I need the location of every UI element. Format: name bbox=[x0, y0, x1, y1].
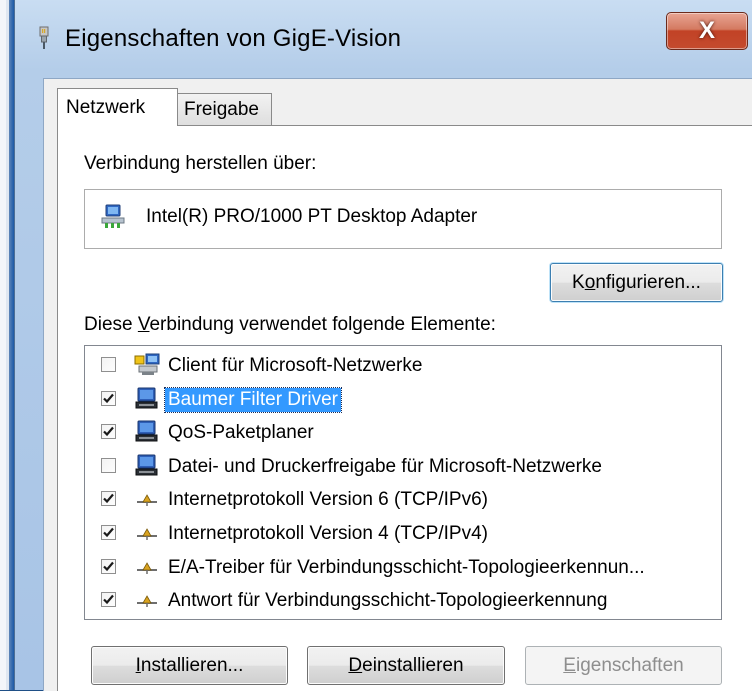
list-item-label: Baumer Filter Driver bbox=[164, 386, 342, 413]
list-item[interactable]: Antwort für Verbindungsschicht-Topologie… bbox=[85, 584, 721, 616]
properties-button[interactable]: Eigenschaften bbox=[525, 646, 722, 685]
tab-label: Freigabe bbox=[184, 99, 259, 120]
protocol-icon bbox=[133, 521, 161, 545]
list-item[interactable]: Datei- und Druckerfreigabe für Microsoft… bbox=[85, 450, 721, 482]
list-item-label: Internetprotokoll Version 4 (TCP/IPv4) bbox=[168, 523, 488, 544]
install-button-label: Installieren... bbox=[135, 654, 244, 676]
close-button[interactable]: X bbox=[666, 12, 748, 50]
components-list[interactable]: Client für Microsoft-Netzwerke Baumer Fil… bbox=[84, 345, 722, 620]
list-item[interactable]: Client für Microsoft-Netzwerke bbox=[85, 349, 721, 381]
checkbox[interactable] bbox=[101, 390, 116, 406]
uninstall-button[interactable]: Deinstallieren bbox=[307, 646, 505, 685]
tab-freigabe[interactable]: Freigabe bbox=[178, 93, 272, 126]
window-title: Eigenschaften von GigE-Vision bbox=[65, 25, 402, 52]
network-service-icon bbox=[133, 454, 161, 478]
connect-using-label: Verbindung herstellen über: bbox=[84, 153, 317, 174]
uninstall-button-label: Deinstallieren bbox=[348, 654, 464, 676]
list-item[interactable]: Internetprotokoll Version 4 (TCP/IPv4) bbox=[85, 517, 721, 549]
checkbox[interactable] bbox=[101, 558, 116, 574]
check-icon bbox=[103, 594, 114, 605]
tab-label: Netzwerk bbox=[66, 96, 146, 118]
checkbox[interactable] bbox=[101, 357, 116, 372]
network-client-icon bbox=[133, 353, 161, 377]
network-adapter-icon bbox=[101, 204, 125, 228]
dialog-window: Eigenschaften von GigE-Vision X Netzwerk… bbox=[14, 0, 752, 691]
background-window-edge bbox=[0, 0, 14, 690]
network-connection-icon bbox=[39, 26, 49, 49]
network-service-icon bbox=[133, 387, 161, 411]
checkbox[interactable] bbox=[101, 491, 116, 507]
list-item-label: E/A-Treiber für Verbindungsschicht-Topol… bbox=[168, 556, 645, 578]
checkbox[interactable] bbox=[101, 592, 116, 608]
list-item[interactable]: Internetprotokoll Version 6 (TCP/IPv6) bbox=[85, 483, 721, 515]
elements-label: Diese Verbindung verwendet folgende Elem… bbox=[84, 314, 496, 335]
tab-panel-netzwerk: Verbindung herstellen über: Intel(R) PRO… bbox=[57, 125, 752, 691]
protocol-icon bbox=[133, 555, 161, 579]
configure-button-label: Konfigurieren... bbox=[572, 271, 701, 293]
protocol-icon bbox=[133, 588, 161, 612]
client-area: Netzwerk Freigabe Verbindung herstellen … bbox=[43, 78, 752, 691]
close-icon: X bbox=[698, 17, 715, 44]
check-icon bbox=[103, 527, 114, 538]
checkbox[interactable] bbox=[101, 424, 116, 440]
adapter-name: Intel(R) PRO/1000 PT Desktop Adapter bbox=[146, 206, 478, 227]
check-icon bbox=[103, 393, 114, 403]
protocol-icon bbox=[133, 487, 161, 511]
list-item-label: Client für Microsoft-Netzwerke bbox=[168, 355, 423, 376]
checkbox[interactable] bbox=[101, 457, 116, 473]
list-item-label: Internetprotokoll Version 6 (TCP/IPv6) bbox=[168, 489, 488, 511]
list-item-label: QoS-Paketplaner bbox=[168, 422, 314, 444]
network-service-icon bbox=[133, 420, 161, 444]
install-button[interactable]: Installieren... bbox=[91, 646, 288, 685]
properties-button-label: Eigenschaften bbox=[563, 654, 684, 676]
check-icon bbox=[103, 426, 114, 437]
tab-netzwerk[interactable]: Netzwerk bbox=[57, 88, 178, 126]
check-icon bbox=[103, 561, 114, 571]
check-icon bbox=[103, 494, 114, 504]
list-item-label: Antwort für Verbindungsschicht-Topologie… bbox=[168, 590, 608, 612]
list-item[interactable]: E/A-Treiber für Verbindungsschicht-Topol… bbox=[85, 551, 721, 583]
list-item-label: Datei- und Druckerfreigabe für Microsoft… bbox=[168, 455, 602, 477]
list-item[interactable]: QoS-Paketplaner bbox=[85, 416, 721, 448]
configure-button[interactable]: Konfigurieren... bbox=[550, 263, 723, 302]
title-bar[interactable]: Eigenschaften von GigE-Vision X bbox=[15, 0, 752, 78]
adapter-field: Intel(R) PRO/1000 PT Desktop Adapter bbox=[84, 189, 722, 249]
list-item[interactable]: Baumer Filter Driver bbox=[85, 383, 721, 415]
checkbox[interactable] bbox=[101, 525, 116, 540]
